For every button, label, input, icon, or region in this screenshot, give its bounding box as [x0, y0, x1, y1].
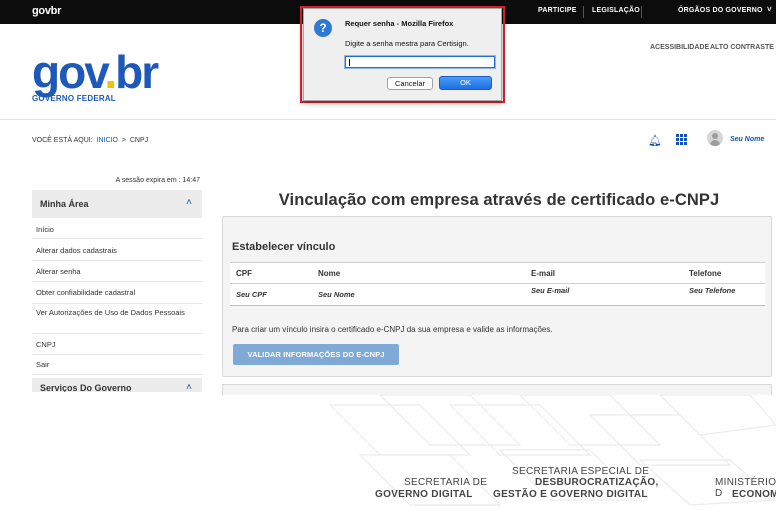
- footer-ministerio-2: ECONOM: [732, 489, 776, 500]
- topbar-divider: [641, 6, 642, 18]
- avatar[interactable]: [707, 130, 723, 146]
- topbar-divider: [583, 6, 584, 18]
- footer-sec-especial-2: GESTÃO E GOVERNO DIGITAL: [493, 489, 648, 500]
- panel-title: Estabelecer vínculo: [232, 241, 336, 253]
- topbar-link-orgaos[interactable]: ÓRGÃOS DO GOVERNO: [678, 7, 763, 14]
- govbr-logo[interactable]: gov.br GOVERNO FEDERAL: [32, 49, 159, 103]
- session-timer: A sessão expira em : 14:47: [115, 177, 200, 184]
- dialog-title: Requer senha - Mozilla Firefox: [345, 19, 454, 28]
- company-link-table: CPF Nome E-mail Telefone Seu CPF Seu Nom…: [230, 262, 765, 306]
- dialog-message: Digite a senha mestra para Certisign.: [345, 39, 469, 48]
- chevron-up-icon[interactable]: ˄: [186, 382, 192, 392]
- bell-icon[interactable]: 🔔︎: [648, 134, 662, 147]
- cell-telefone: Seu Telefone: [683, 283, 765, 306]
- sidebar-item-autorizacoes[interactable]: Ver Autorizações de Uso de Dados Pessoai…: [32, 304, 202, 334]
- topbar-link-participe[interactable]: PARTICIPE: [538, 7, 577, 14]
- chevron-down-icon[interactable]: ˅: [767, 5, 772, 14]
- logo-br: br: [115, 46, 159, 98]
- footer-sec-gov-digital-1: SECRETARIA DE: [404, 477, 488, 488]
- footer-sec-especial-0: SECRETARIA ESPECIAL DE: [512, 466, 650, 477]
- ok-button[interactable]: OK: [439, 76, 492, 90]
- text-caret: [349, 59, 350, 66]
- sidebar-item-alterar-dados[interactable]: Alterar dados cadastrais: [32, 242, 202, 261]
- master-password-dialog: ? Requer senha - Mozilla Firefox Digite …: [303, 8, 502, 101]
- sidebar-section-title: Minha Área: [40, 199, 89, 209]
- sidebar-section2-title: Serviços Do Governo: [40, 383, 132, 392]
- govbr-small-logo[interactable]: govbr: [32, 5, 61, 17]
- validate-ecnpj-button[interactable]: VALIDAR INFORMAÇÕES DO E-CNPJ: [233, 344, 399, 365]
- footer-sec-especial-1: DESBUROCRATIZAÇÃO,: [535, 477, 659, 488]
- page-root: govbr PARTICIPE LEGISLAÇÃO ÓRGÃOS DO GOV…: [0, 0, 776, 511]
- table-header-row: CPF Nome E-mail Telefone: [230, 262, 765, 284]
- column-header-telefone: Telefone: [683, 262, 765, 284]
- footer-sec-gov-digital-2: GOVERNO DIGITAL: [375, 489, 473, 500]
- cell-cpf: Seu CPF: [230, 283, 312, 306]
- high-contrast-link[interactable]: ALTO CONTRASTE: [710, 44, 774, 51]
- accessibility-link[interactable]: ACESSIBILIDADE: [650, 44, 709, 51]
- master-password-input[interactable]: [345, 56, 495, 68]
- logo-gov: gov: [32, 46, 106, 98]
- column-header-email: E-mail: [525, 262, 683, 284]
- logo-dot: .: [104, 46, 117, 98]
- breadcrumb-separator: >: [121, 137, 126, 144]
- column-header-nome: Nome: [312, 262, 525, 284]
- user-name[interactable]: Seu Nome: [730, 136, 764, 143]
- question-icon: ?: [314, 19, 332, 37]
- sidebar-section-minha-area[interactable]: Minha Área ˄: [32, 190, 202, 218]
- sidebar-item-sair[interactable]: Sair: [32, 356, 202, 375]
- apps-grid-icon[interactable]: [676, 134, 687, 145]
- topbar-link-legislacao[interactable]: LEGISLAÇÃO: [592, 7, 640, 14]
- sidebar-section-servicos[interactable]: Serviços Do Governo ˄: [32, 378, 202, 392]
- sidebar-item-inicio[interactable]: Início: [32, 221, 202, 239]
- chevron-up-icon[interactable]: ˄: [186, 197, 192, 208]
- cancel-button[interactable]: Cancelar: [387, 77, 433, 90]
- cell-nome: Seu Nome: [312, 283, 525, 306]
- instruction-text: Para criar um vínculo insira o certifica…: [232, 325, 553, 334]
- cell-email: Seu E-mail: [525, 283, 683, 306]
- breadcrumb: VOCÊ ESTÁ AQUI: INICIO > CNPJ: [32, 137, 148, 144]
- breadcrumb-home-link[interactable]: INICIO: [97, 137, 118, 144]
- table-row: Seu CPF Seu Nome Seu E-mail Seu Telefone: [230, 283, 765, 306]
- sidebar-item-confiabilidade[interactable]: Obter confiabilidade cadastral: [32, 284, 202, 304]
- sidebar-item-cnpj[interactable]: CNPJ: [32, 336, 202, 355]
- breadcrumb-current: CNPJ: [129, 137, 149, 144]
- sidebar-item-alterar-senha[interactable]: Alterar senha: [32, 263, 202, 282]
- column-header-cpf: CPF: [230, 262, 312, 284]
- breadcrumb-prefix: VOCÊ ESTÁ AQUI:: [32, 137, 93, 144]
- page-title: Vinculação com empresa através de certif…: [278, 191, 720, 209]
